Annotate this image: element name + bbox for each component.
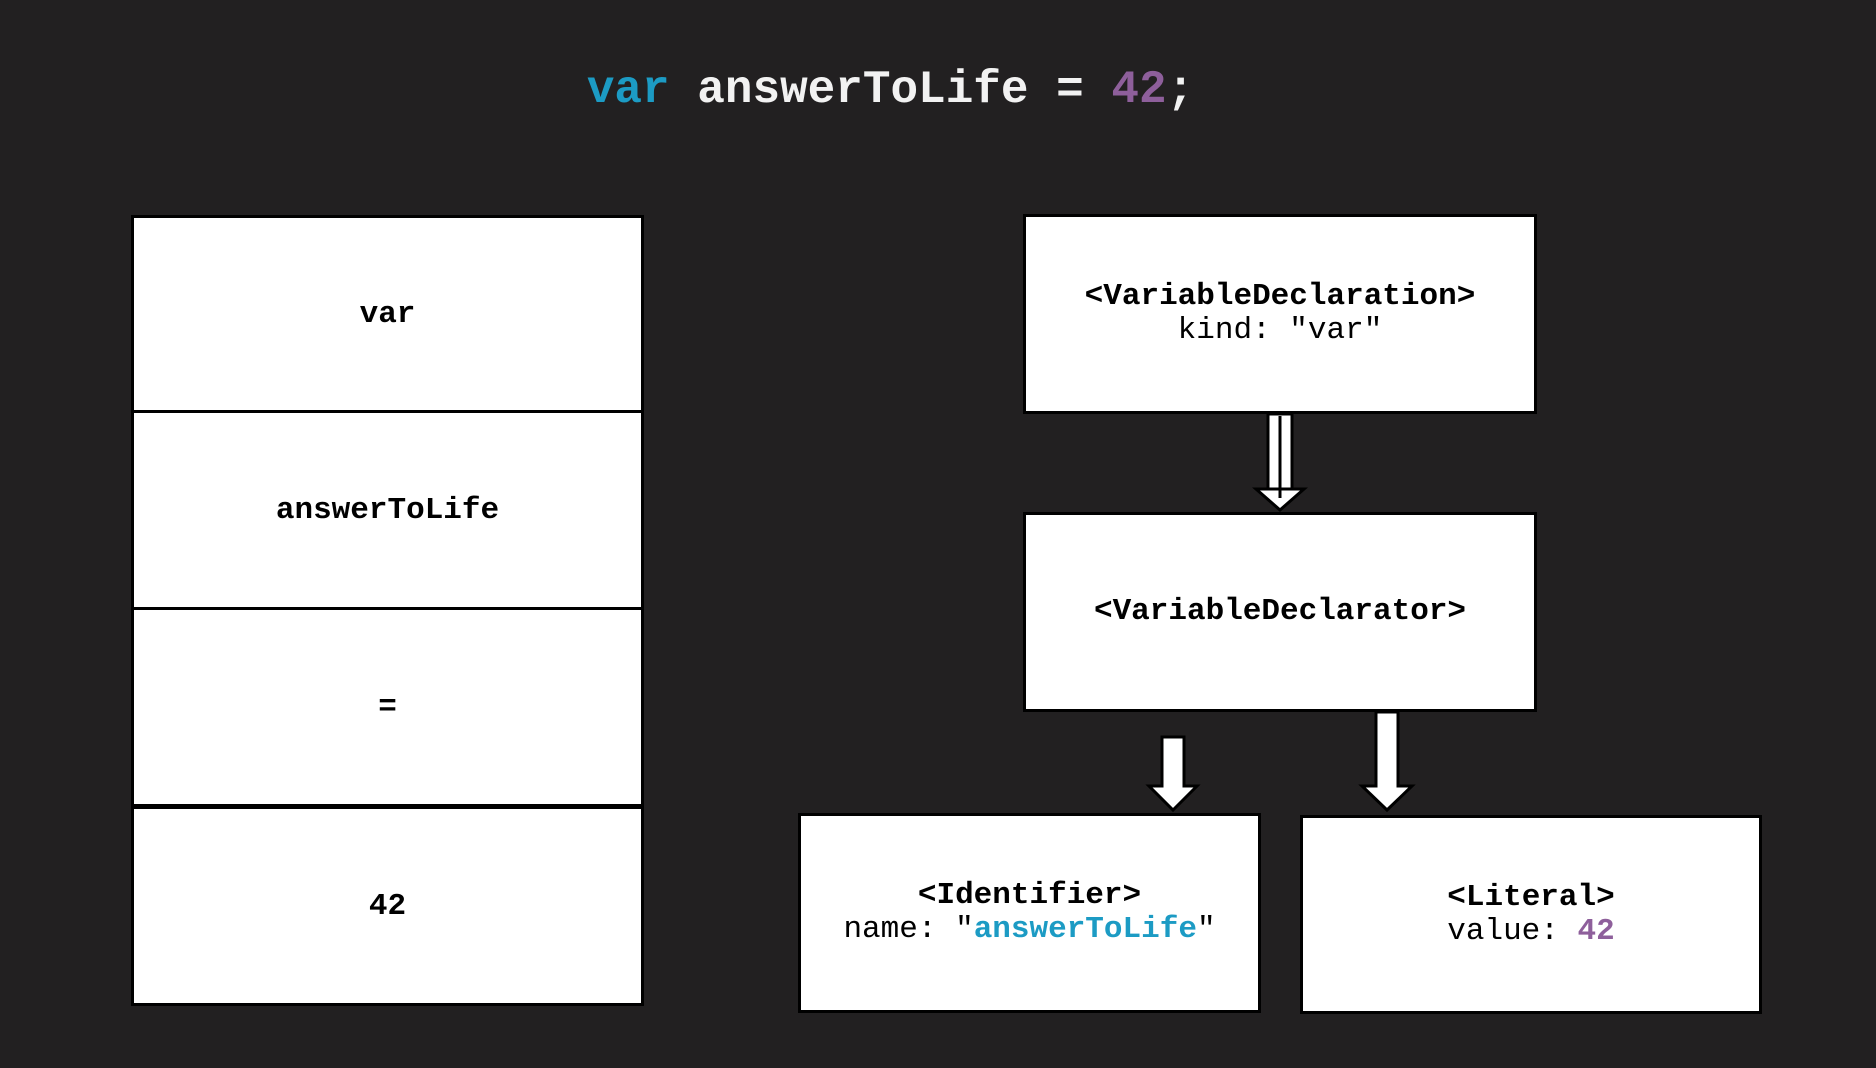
arrow-declaration-to-declarator bbox=[1252, 412, 1308, 512]
arrow-declarator-to-literal bbox=[1358, 710, 1416, 813]
connector-arrows bbox=[1145, 412, 1416, 813]
arrow-declarator-to-identifier bbox=[1145, 735, 1201, 813]
